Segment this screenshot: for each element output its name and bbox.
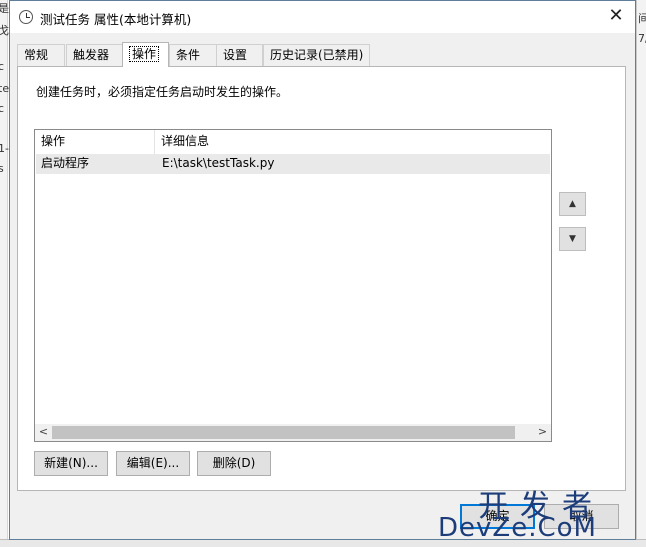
background-window-right: 间 7/ [636,0,646,547]
move-down-button[interactable]: ▼ [559,227,586,251]
tab-actions[interactable]: 操作 [122,42,169,67]
column-header-details[interactable]: 详细信息 [155,130,551,154]
scrollbar-thumb[interactable] [52,426,515,439]
edit-action-button[interactable]: 编辑(E)... [116,451,190,476]
actions-description: 创建任务时，必须指定任务启动时发生的操作。 [36,85,289,99]
actions-list[interactable]: 操作 详细信息 启动程序 E:\task\testTask.py < > [34,129,552,442]
tab-conditions[interactable]: 条件 [169,44,217,66]
arrow-up-icon: ▲ [569,199,576,209]
bg-fragment: 戈 [0,24,9,37]
bg-fragment: s [0,162,4,175]
clock-icon [19,10,33,24]
bg-fragment: 7/ [638,32,646,45]
list-header: 操作 详细信息 [35,130,551,154]
bg-fragment: c [0,60,5,73]
background-window-left: 是 戈 c te c 1- s [0,0,10,547]
move-up-button[interactable]: ▲ [559,192,586,216]
bg-fragment: te [0,82,10,95]
scroll-right-icon[interactable]: > [534,424,551,441]
watermark-logo: 开发者 DevZe.CoM [438,481,638,543]
bg-fragment: 是 [0,2,9,15]
horizontal-scrollbar[interactable]: < > [35,424,551,441]
tab-general[interactable]: 常规 [17,44,65,66]
scroll-left-icon[interactable]: < [35,424,52,441]
tab-history[interactable]: 历史记录(已禁用) [263,44,370,66]
arrow-down-icon: ▼ [569,234,576,244]
table-row[interactable]: 启动程序 E:\task\testTask.py [36,154,550,174]
tab-triggers[interactable]: 触发器 [66,44,123,66]
tab-actions-label: 操作 [129,46,160,62]
row-details-cell: E:\task\testTask.py [162,156,275,170]
column-header-action[interactable]: 操作 [35,130,155,154]
tab-settings[interactable]: 设置 [216,44,263,66]
bg-fragment: c [0,102,5,115]
delete-action-button[interactable]: 删除(D) [197,451,271,476]
actions-tab-page: 创建任务时，必须指定任务启动时发生的操作。 操作 详细信息 启动程序 E:\ta… [17,66,626,491]
row-action-cell: 启动程序 [41,156,90,170]
new-action-button[interactable]: 新建(N)... [34,451,108,476]
window-title: 测试任务 属性(本地计算机) [40,12,192,27]
bg-fragment: 1- [0,142,9,155]
bg-fragment: 间 [638,12,646,25]
close-button[interactable]: ✕ [597,1,635,33]
title-bar[interactable]: 测试任务 属性(本地计算机) ✕ [10,1,635,33]
task-properties-dialog: 测试任务 属性(本地计算机) ✕ 常规 触发器 操作 条件 设置 历史记录(已禁… [9,0,636,540]
watermark-bottom-text: DevZe.CoM [438,513,597,543]
